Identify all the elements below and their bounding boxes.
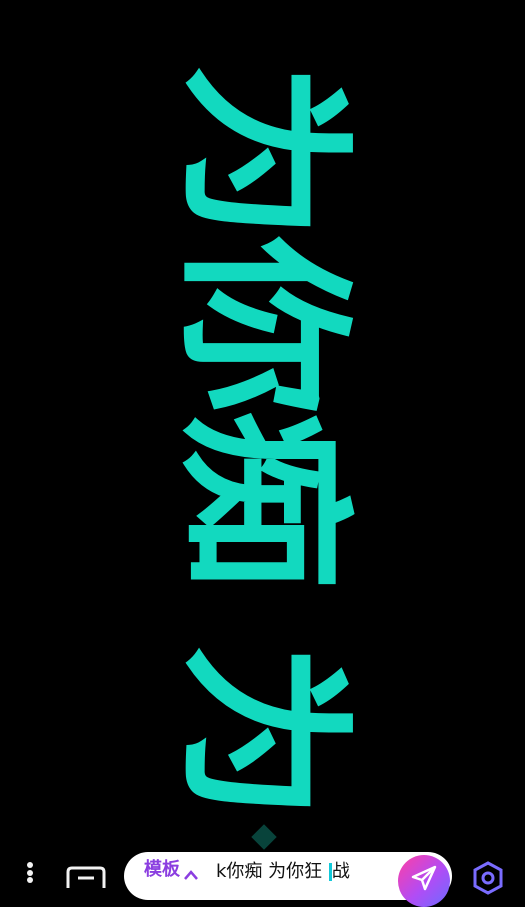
scrolling-danmaku-text: 为你痴 为: [159, 63, 366, 817]
hexagon-settings-icon[interactable]: [470, 860, 506, 896]
template-button[interactable]: 模板: [144, 861, 180, 879]
input-value: k你痴 为你狂: [216, 861, 328, 882]
more-options-icon[interactable]: [22, 862, 38, 883]
danmaku-input-field[interactable]: k你痴 为你狂 战: [216, 857, 350, 883]
send-button[interactable]: [398, 855, 450, 907]
danmaku-display: 为你痴 为: [0, 0, 525, 883]
ghost-glyph: [251, 824, 277, 850]
send-icon: [411, 865, 437, 891]
input-tail: 战: [331, 861, 350, 882]
chat-bubble-icon[interactable]: [66, 864, 106, 888]
chevron-up-icon[interactable]: [184, 865, 198, 880]
